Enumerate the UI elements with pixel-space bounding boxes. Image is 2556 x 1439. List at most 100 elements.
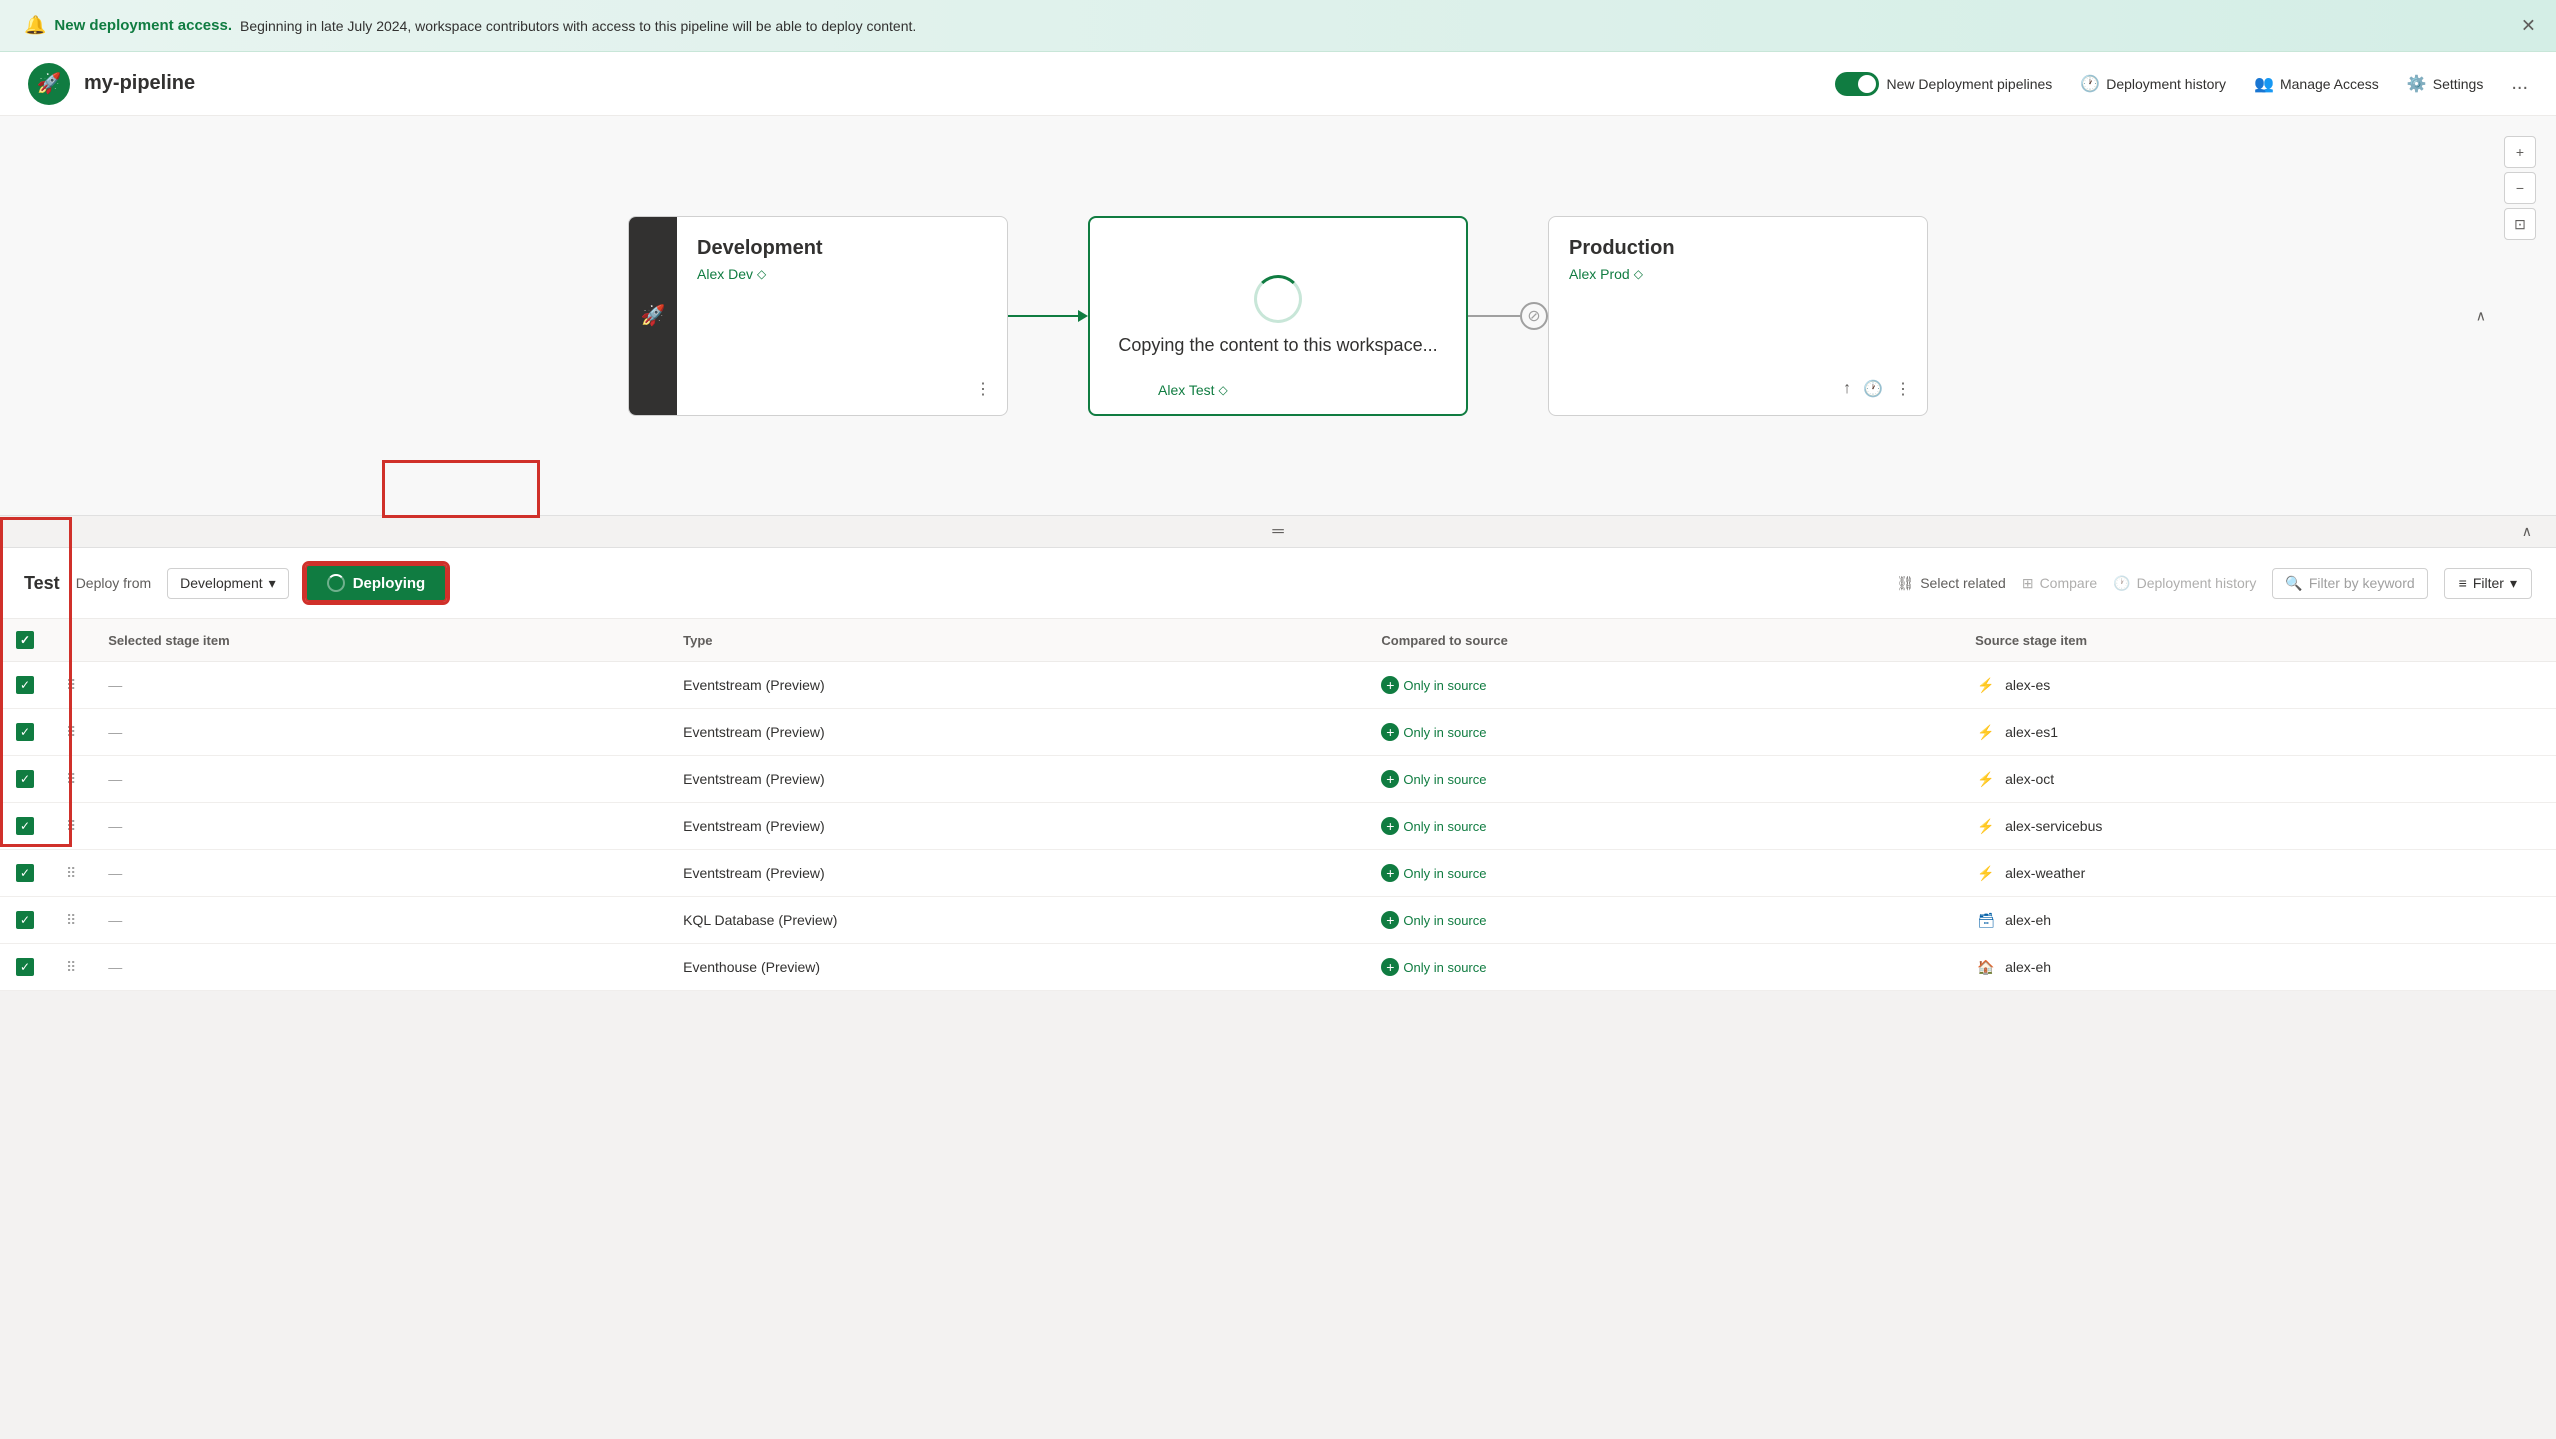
select-related-button[interactable]: ⛓ Select related [1896,575,2005,592]
only-in-source-badge: +Only in source [1381,723,1486,741]
deploying-text: Copying the content to this workspace... [1118,335,1437,356]
compare-button[interactable]: ⊞ Compare [2022,575,2097,592]
deployment-history-button[interactable]: 🕐 Deployment history [2113,575,2256,592]
row-compared: +Only in source [1365,756,1959,803]
source-type-icon: ⚡ [1975,815,1997,837]
deploy-from-value: Development [180,575,263,591]
filter-icon: ≡ [2459,575,2467,591]
header-right: New Deployment pipelines 🕐 Deployment hi… [1835,72,2528,96]
row-checkbox-cell[interactable]: ✓ [0,756,50,803]
source-item-container: ⚡alex-oct [1975,768,2540,790]
row-checkbox[interactable]: ✓ [16,770,34,788]
row-drag-handle[interactable]: ⠿ [50,662,92,709]
row-checkbox-cell[interactable]: ✓ [0,803,50,850]
development-workspace-name: Alex Dev [697,266,753,282]
production-stage-actions: ↑ 🕐 ⋮ [1843,379,1911,399]
stage-item-dash: — [108,677,122,693]
row-stage-item: — [92,850,667,897]
only-in-source-badge: +Only in source [1381,676,1486,694]
arrow-test-prod: ⊘ [1468,302,1548,330]
row-drag-handle[interactable]: ⠿ [50,944,92,991]
app-header: 🚀 my-pipeline New Deployment pipelines 🕐… [0,52,2556,116]
test-workspace-name: Alex Test [1158,382,1215,398]
row-drag-handle[interactable]: ⠿ [50,803,92,850]
row-checkbox-cell[interactable]: ✓ [0,850,50,897]
production-more-button[interactable]: ⋮ [1895,379,1911,399]
row-drag-handle[interactable]: ⠿ [50,897,92,944]
blocked-icon: ⊘ [1520,302,1548,330]
row-stage-item: — [92,709,667,756]
row-source-item: 🗃alex-eh [1959,897,2556,944]
row-drag-handle[interactable]: ⠿ [50,709,92,756]
new-deployment-toggle[interactable]: New Deployment pipelines [1835,72,2053,96]
th-compared-to-source: Compared to source [1365,619,1959,662]
production-workspace-icon: ◇ [1634,267,1643,281]
test-stage-footer: Alex Test ◇ [1158,382,1450,398]
row-checkbox-cell[interactable]: ✓ [0,709,50,756]
production-history-button[interactable]: 🕐 [1863,379,1883,399]
pipeline-title: my-pipeline [84,72,195,95]
row-checkbox[interactable]: ✓ [16,817,34,835]
deployment-history-link[interactable]: 🕐 Deployment history [2080,74,2226,94]
row-type: Eventstream (Preview) [667,709,1365,756]
row-checkbox[interactable]: ✓ [16,723,34,741]
deploying-button[interactable]: Deploying [305,564,448,602]
close-banner-button[interactable]: ✕ [2521,15,2536,36]
row-source-item: 🏠alex-eh [1959,944,2556,991]
table-row: ✓ ⠿ — Eventstream (Preview) +Only in source ⚡… [0,709,2556,756]
manage-access-label: Manage Access [2280,76,2379,92]
row-drag-handle[interactable]: ⠿ [50,756,92,803]
keyword-filter-input[interactable]: 🔍 Filter by keyword [2272,568,2427,599]
collapse-bar[interactable]: ═ ∧ [0,516,2556,548]
row-checkbox-cell[interactable]: ✓ [0,944,50,991]
development-stage-footer: ⋮ [697,379,991,399]
th-selected-stage-item: Selected stage item [92,619,667,662]
deploying-btn-label: Deploying [353,575,426,592]
row-checkbox[interactable]: ✓ [16,676,34,694]
row-checkbox[interactable]: ✓ [16,911,34,929]
select-all-header[interactable]: ✓ [0,619,50,662]
zoom-controls: + − ⊡ [2504,136,2536,240]
development-more-button[interactable]: ⋮ [975,379,991,399]
drag-handle-icon: ═ [1272,523,1283,541]
row-type: KQL Database (Preview) [667,897,1365,944]
collapse-button[interactable]: ∧ [2476,307,2486,324]
row-source-item: ⚡alex-es1 [1959,709,2556,756]
clock-icon: 🕐 [2080,74,2100,94]
fit-button[interactable]: ⊡ [2504,208,2536,240]
panel-collapse-button[interactable]: ∧ [2522,523,2532,540]
table-row: ✓⠿—Eventstream (Preview)+Only in source⚡… [0,850,2556,897]
table-row: ✓⠿—Eventhouse (Preview)+Only in source🏠a… [0,944,2556,991]
zoom-out-button[interactable]: − [2504,172,2536,204]
settings-icon: ⚙️ [2407,74,2427,94]
table-header-row: ✓ Selected stage item Type Compared to s… [0,619,2556,662]
source-item-name: alex-servicebus [2005,818,2102,834]
deploy-from-chevron: ▾ [269,575,276,592]
toggle-track[interactable] [1835,72,1879,96]
compared-text: Only in source [1403,960,1486,975]
row-drag-handle[interactable]: ⠿ [50,850,92,897]
deploy-from-select[interactable]: Development ▾ [167,568,289,599]
filter-button[interactable]: ≡ Filter ▾ [2444,568,2532,599]
row-checkbox[interactable]: ✓ [16,864,34,882]
development-workspace-icon: ◇ [757,267,766,281]
production-deploy-button[interactable]: ↑ [1843,379,1851,399]
row-checkbox-cell[interactable]: ✓ [0,897,50,944]
plus-icon: + [1381,864,1399,882]
compare-label: Compare [2040,575,2098,591]
stage-item-dash: — [108,912,122,928]
deployment-history-label: Deployment history [2137,575,2257,591]
plus-icon: + [1381,676,1399,694]
arrow-line-2 [1468,315,1520,317]
compared-text: Only in source [1403,866,1486,881]
settings-link[interactable]: ⚙️ Settings [2407,74,2484,94]
source-item-container: ⚡alex-es [1975,674,2540,696]
manage-access-link[interactable]: 👥 Manage Access [2254,74,2379,94]
select-all-checkbox[interactable]: ✓ [16,631,34,649]
more-options-button[interactable]: ... [2511,72,2528,95]
row-checkbox[interactable]: ✓ [16,958,34,976]
row-checkbox-cell[interactable]: ✓ [0,662,50,709]
stage-item-dash: — [108,724,122,740]
select-related-icon: ⛓ [1896,575,1914,592]
zoom-in-button[interactable]: + [2504,136,2536,168]
